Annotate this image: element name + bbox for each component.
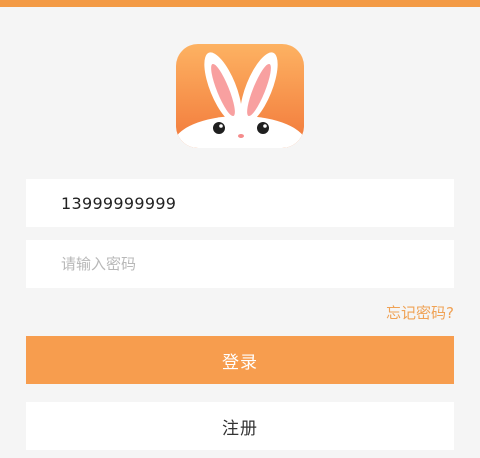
register-button[interactable]: 注册 xyxy=(26,402,454,450)
password-input[interactable] xyxy=(26,240,454,288)
rabbit-icon xyxy=(176,44,304,148)
forgot-password-link[interactable]: 忘记密码? xyxy=(386,302,454,323)
app-logo xyxy=(176,44,304,148)
login-button[interactable]: 登录 xyxy=(26,336,454,384)
phone-input[interactable] xyxy=(26,179,454,227)
top-accent-bar xyxy=(0,0,480,7)
